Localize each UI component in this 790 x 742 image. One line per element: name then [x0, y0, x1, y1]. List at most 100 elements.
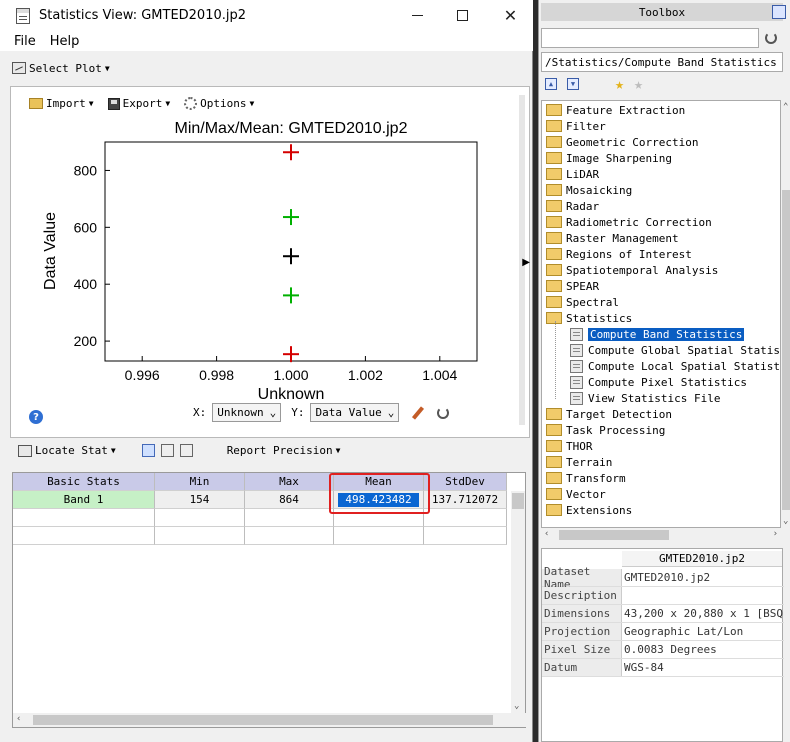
pencil-icon[interactable]	[412, 405, 425, 420]
menu-file[interactable]: File	[14, 34, 36, 49]
refresh-icon[interactable]	[765, 32, 777, 44]
toolbox-search-input[interactable]	[541, 28, 759, 48]
remove-favorite-icon[interactable]: ★	[634, 77, 643, 92]
tree-folder[interactable]: Terrain	[546, 454, 612, 470]
tree-folder[interactable]: Target Detection	[546, 406, 672, 422]
dataset-key: Dimensions	[542, 605, 622, 622]
tree-folder[interactable]: Vector	[546, 486, 606, 502]
tree-folder[interactable]: Image Sharpening	[546, 150, 672, 166]
empty-cell[interactable]	[13, 527, 155, 545]
empty-cell[interactable]	[155, 527, 245, 545]
stddev-cell[interactable]: 137.712072	[424, 491, 507, 509]
x-axis-select[interactable]: Unknown ⌄	[212, 403, 282, 422]
tree-folder[interactable]: Mosaicking	[546, 182, 632, 198]
x-tick-label: 1.000	[273, 367, 308, 383]
select-plot-button[interactable]: Select Plot ▼	[12, 62, 110, 75]
close-button[interactable]: ✕	[488, 0, 533, 31]
title-bar[interactable]: Statistics View: GMTED2010.jp2 ✕	[0, 0, 533, 31]
tree-folder[interactable]: Task Processing	[546, 422, 665, 438]
tool-icon	[570, 359, 583, 373]
tree-tool[interactable]: Compute Global Spatial Statis	[570, 342, 780, 358]
expand-down-icon[interactable]: ▼	[567, 78, 579, 90]
scroll-right-icon[interactable]: ›	[773, 529, 778, 539]
scrollbar-thumb[interactable]	[33, 715, 493, 725]
tree-folder[interactable]: Extensions	[546, 502, 632, 518]
column-header-min[interactable]: Min	[155, 473, 245, 491]
folder-icon	[546, 280, 562, 292]
empty-cell[interactable]	[334, 527, 424, 545]
scroll-down-icon[interactable]: ⌄	[783, 516, 788, 526]
tree-folder[interactable]: Filter	[546, 118, 606, 134]
folder-icon	[546, 296, 562, 308]
add-favorite-icon[interactable]: ★	[615, 77, 624, 92]
min-cell[interactable]: 154	[155, 491, 245, 509]
scroll-left-icon[interactable]: ‹	[16, 714, 21, 724]
tree-item-label: Vector	[566, 487, 606, 501]
options-button[interactable]: Options ▼	[184, 97, 254, 110]
help-icon[interactable]: ?	[29, 410, 43, 424]
tree-folder[interactable]: Raster Management	[546, 230, 679, 246]
tree-tool[interactable]: Compute Band Statistics	[570, 326, 745, 342]
copy-icon[interactable]	[179, 444, 193, 457]
scrollbar-thumb[interactable]	[559, 530, 669, 540]
empty-cell[interactable]	[245, 527, 334, 545]
empty-cell[interactable]	[424, 527, 507, 545]
locate-stat-button[interactable]: Locate Stat ▼	[18, 444, 116, 457]
split-view-icon[interactable]	[160, 444, 174, 457]
scrollbar-thumb[interactable]	[512, 493, 524, 509]
dataset-value	[622, 587, 784, 604]
report-precision-button[interactable]: Report Precision ▼	[227, 444, 341, 457]
export-button[interactable]: Export ▼	[107, 97, 170, 110]
x-tick-label: 1.002	[348, 367, 383, 383]
dataset-title: GMTED2010.jp2	[622, 551, 782, 567]
scroll-up-icon[interactable]: ⌃	[783, 102, 788, 112]
tree-horizontal-scrollbar[interactable]: ‹ ›	[541, 528, 781, 542]
tree-tool[interactable]: Compute Pixel Statistics	[570, 374, 747, 390]
tree-item-label: Image Sharpening	[566, 151, 672, 165]
tree-folder[interactable]: Radiometric Correction	[546, 214, 712, 230]
tree-folder[interactable]: Regions of Interest	[546, 246, 692, 262]
single-view-icon[interactable]	[141, 444, 155, 457]
tree-folder[interactable]: LiDAR	[546, 166, 599, 182]
max-cell[interactable]: 864	[245, 491, 334, 509]
dataset-row: Dataset Name GMTED2010.jp2	[542, 565, 784, 591]
y-axis-select[interactable]: Data Value ⌄	[310, 403, 400, 422]
table-horizontal-scrollbar[interactable]: ‹	[13, 713, 527, 727]
tree-folder[interactable]: Feature Extraction	[546, 102, 685, 118]
import-button[interactable]: Import ▼	[29, 97, 94, 110]
tree-tool[interactable]: Compute Local Spatial Statist	[570, 358, 780, 374]
column-header-stddev[interactable]: StdDev	[424, 473, 507, 491]
scrollbar-thumb[interactable]	[782, 190, 790, 510]
chevron-down-icon: ⌄	[269, 406, 277, 419]
table-vertical-scrollbar[interactable]: ⌄	[511, 491, 525, 713]
minimize-button[interactable]	[395, 0, 440, 31]
scroll-left-icon[interactable]: ‹	[544, 529, 549, 539]
tree-folder[interactable]: Radar	[546, 198, 599, 214]
collapse-up-icon[interactable]: ▲	[545, 78, 557, 90]
menu-help[interactable]: Help	[50, 34, 80, 49]
tree-folder[interactable]: THOR	[546, 438, 593, 454]
expand-arrow-icon[interactable]: ▶	[522, 257, 530, 268]
folder-icon	[546, 168, 562, 180]
column-header-basic-stats[interactable]: Basic Stats	[13, 473, 155, 491]
band-name-cell[interactable]: Band 1	[13, 491, 155, 509]
tree-folder[interactable]: SPEAR	[546, 278, 599, 294]
tree-folder[interactable]: Statistics	[546, 310, 632, 326]
tree-folder[interactable]: Spatiotemporal Analysis	[546, 262, 718, 278]
tree-folder[interactable]: Geometric Correction	[546, 134, 698, 150]
y-tick-label: 600	[74, 219, 98, 235]
maximize-button[interactable]	[440, 0, 485, 31]
undock-icon[interactable]	[772, 5, 786, 19]
refresh-icon[interactable]	[437, 406, 450, 419]
dataset-key: Projection	[542, 623, 622, 640]
scroll-down-icon[interactable]: ⌄	[514, 701, 519, 711]
tree-vertical-scrollbar[interactable]: ⌃ ⌄	[781, 100, 790, 528]
empty-cell[interactable]	[13, 509, 155, 527]
empty-cell[interactable]	[245, 509, 334, 527]
empty-cell[interactable]	[424, 509, 507, 527]
column-header-max[interactable]: Max	[245, 473, 334, 491]
empty-cell[interactable]	[155, 509, 245, 527]
tree-tool[interactable]: View Statistics File	[570, 390, 720, 406]
tree-folder[interactable]: Transform	[546, 470, 626, 486]
tree-folder[interactable]: Spectral	[546, 294, 619, 310]
